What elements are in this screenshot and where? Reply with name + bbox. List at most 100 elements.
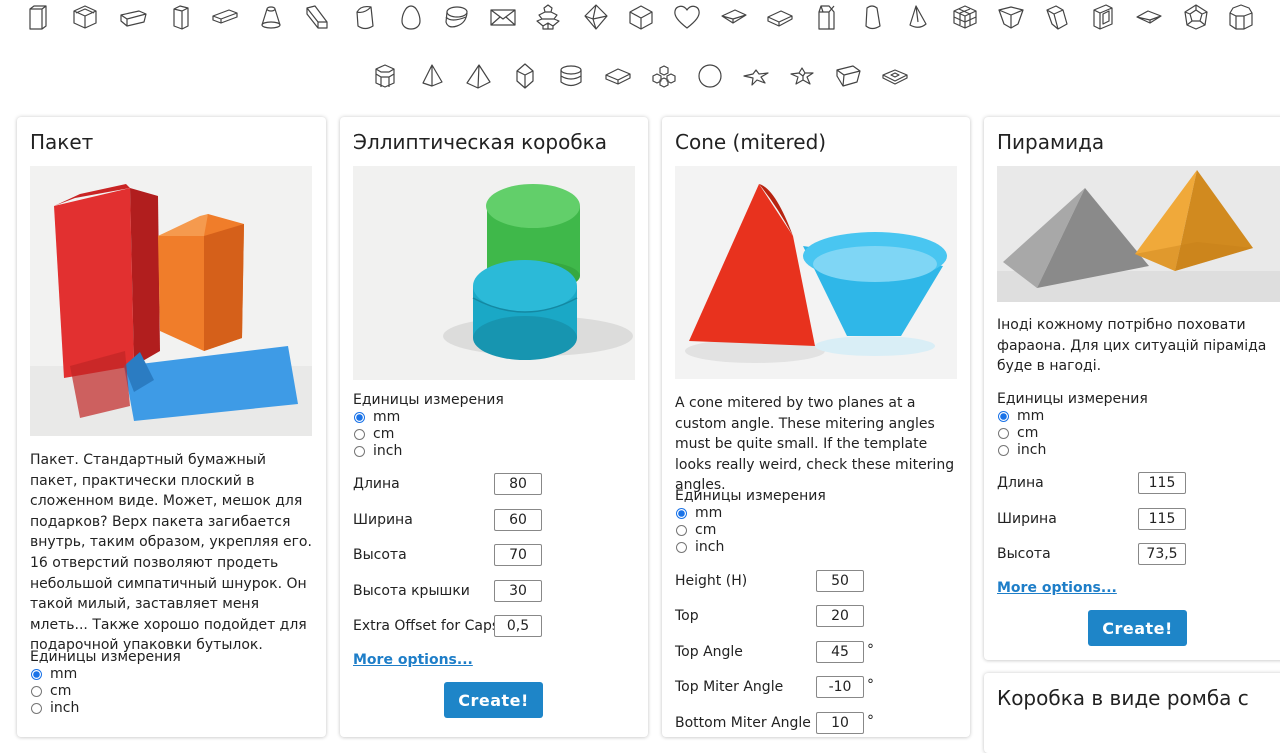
unit-radio-cm[interactable] <box>354 429 365 440</box>
flat-box-icon[interactable] <box>212 4 238 30</box>
width-input[interactable] <box>494 509 542 531</box>
unit-radio-cm[interactable] <box>998 428 1009 439</box>
unit-radio-inch[interactable] <box>998 445 1009 456</box>
round-box-icon[interactable] <box>558 63 584 89</box>
flower-box-icon[interactable] <box>535 4 561 30</box>
unit-option-mm[interactable]: mm <box>675 505 826 522</box>
unit-option-cm[interactable]: cm <box>997 425 1148 442</box>
more-options-link[interactable]: More options... <box>353 652 473 668</box>
bottom-miter-angle-input[interactable] <box>816 712 864 734</box>
octahedron-icon[interactable] <box>583 4 609 30</box>
framed-box-icon[interactable] <box>1090 4 1116 30</box>
cube-box-icon[interactable] <box>72 4 98 30</box>
cone-mitered-icon[interactable] <box>860 4 886 30</box>
units-label: Единицы измерения <box>353 392 504 408</box>
stacked-cubes-icon[interactable] <box>651 63 677 89</box>
unit-radio-mm[interactable] <box>31 669 42 680</box>
pentagon-tray-icon[interactable] <box>882 63 908 89</box>
diamond-flat-icon[interactable] <box>1136 4 1162 30</box>
extra-offset-input[interactable] <box>494 615 542 637</box>
cuboid-icon[interactable] <box>25 4 51 30</box>
unit-option-inch[interactable]: inch <box>353 443 504 460</box>
pyramid-icon[interactable] <box>419 63 445 89</box>
unit-option-inch[interactable]: inch <box>997 442 1148 459</box>
product-photo[interactable] <box>353 166 635 380</box>
rhombus-tray-icon[interactable] <box>605 63 631 89</box>
product-photo[interactable] <box>675 166 957 379</box>
square-pyramid-icon[interactable] <box>465 63 491 89</box>
flat-envelope-icon[interactable] <box>721 4 747 30</box>
unit-radio-mm[interactable] <box>354 412 365 423</box>
unit-radio-inch[interactable] <box>676 542 687 553</box>
unit-radio-cm[interactable] <box>676 525 687 536</box>
cone-icon[interactable] <box>905 4 931 30</box>
field-top-angle: Top Angle ° <box>675 641 875 665</box>
star-box-icon[interactable] <box>789 63 815 89</box>
units-radio-group: Единицы измерения mm cm inch <box>997 391 1148 459</box>
create-button[interactable]: Create! <box>1088 610 1187 646</box>
card-title: Пирамида <box>997 130 1105 154</box>
sphere-icon[interactable] <box>697 63 723 89</box>
card-title: Эллиптическая коробка <box>353 130 608 154</box>
field-lid-height: Высота крышки <box>353 580 553 604</box>
product-card-rhombus-box: Коробка в виде ромба с <box>984 673 1280 753</box>
milk-carton-icon[interactable] <box>813 4 839 30</box>
width-input[interactable] <box>1138 508 1186 530</box>
dodecahedron-icon[interactable] <box>1183 4 1209 30</box>
envelope-icon[interactable] <box>490 4 516 30</box>
tall-box-icon[interactable] <box>168 4 194 30</box>
product-card-pyramid: Пирамида Іноді кожному потрібно поховати… <box>984 117 1280 660</box>
height-input[interactable] <box>1138 543 1186 565</box>
height-input[interactable] <box>494 544 542 566</box>
bipyramid-icon[interactable] <box>512 63 538 89</box>
egg-icon[interactable] <box>398 4 424 30</box>
unit-radio-inch[interactable] <box>31 703 42 714</box>
create-button[interactable]: Create! <box>444 682 543 718</box>
cube-icon[interactable] <box>628 4 654 30</box>
hexagonal-prism-icon[interactable] <box>1228 4 1254 30</box>
cylinder-cut-icon[interactable] <box>352 4 378 30</box>
unit-option-mm[interactable]: mm <box>30 666 181 683</box>
cross-cube-icon[interactable] <box>952 4 978 30</box>
unit-option-mm[interactable]: mm <box>353 409 504 426</box>
card-title: Коробка в виде ромба с <box>997 686 1249 710</box>
unit-option-cm[interactable]: cm <box>675 522 826 539</box>
gem-box-icon[interactable] <box>835 63 861 89</box>
more-options-link[interactable]: More options... <box>997 580 1117 596</box>
unit-option-inch[interactable]: inch <box>675 539 826 556</box>
length-input[interactable] <box>1138 472 1186 494</box>
unit-option-inch[interactable]: inch <box>30 700 181 717</box>
unit-option-cm[interactable]: cm <box>30 683 181 700</box>
length-input[interactable] <box>494 473 542 495</box>
unit-radio-mm[interactable] <box>676 508 687 519</box>
product-photo[interactable] <box>997 166 1280 302</box>
unit-option-cm[interactable]: cm <box>353 426 504 443</box>
product-photo[interactable] <box>30 166 312 436</box>
product-card-paper-bag: Пакет Пакет. Стандартный бумажный пакет,… <box>17 117 326 737</box>
star-icon[interactable] <box>743 63 769 89</box>
frustum-icon[interactable] <box>258 4 284 30</box>
pillow-box-icon[interactable] <box>767 4 793 30</box>
elliptical-box-icon[interactable] <box>443 4 469 30</box>
field-extra-offset: Extra Offset for Caps <box>353 615 553 639</box>
card-description: A cone mitered by two planes at a custom… <box>675 395 955 494</box>
unit-radio-cm[interactable] <box>31 686 42 697</box>
heart-icon[interactable] <box>674 4 700 30</box>
height-h-input[interactable] <box>816 570 864 592</box>
lid-height-input[interactable] <box>494 580 542 602</box>
units-radio-group: Единицы измерения mm cm inch <box>675 488 826 556</box>
top-input[interactable] <box>816 605 864 627</box>
top-angle-input[interactable] <box>816 641 864 663</box>
unit-radio-inch[interactable] <box>354 446 365 457</box>
tray-icon[interactable] <box>120 4 147 30</box>
hexagon-box-icon[interactable] <box>372 63 398 89</box>
skewed-prism-icon[interactable] <box>304 4 330 30</box>
tilted-prism-icon[interactable] <box>1044 4 1070 30</box>
boat-tray-icon[interactable] <box>998 4 1024 30</box>
field-width: Ширина <box>353 509 553 533</box>
card-title: Пакет <box>30 130 94 154</box>
field-height: Высота <box>997 543 1197 567</box>
unit-option-mm[interactable]: mm <box>997 408 1148 425</box>
unit-radio-mm[interactable] <box>998 411 1009 422</box>
top-miter-angle-input[interactable] <box>816 676 864 698</box>
